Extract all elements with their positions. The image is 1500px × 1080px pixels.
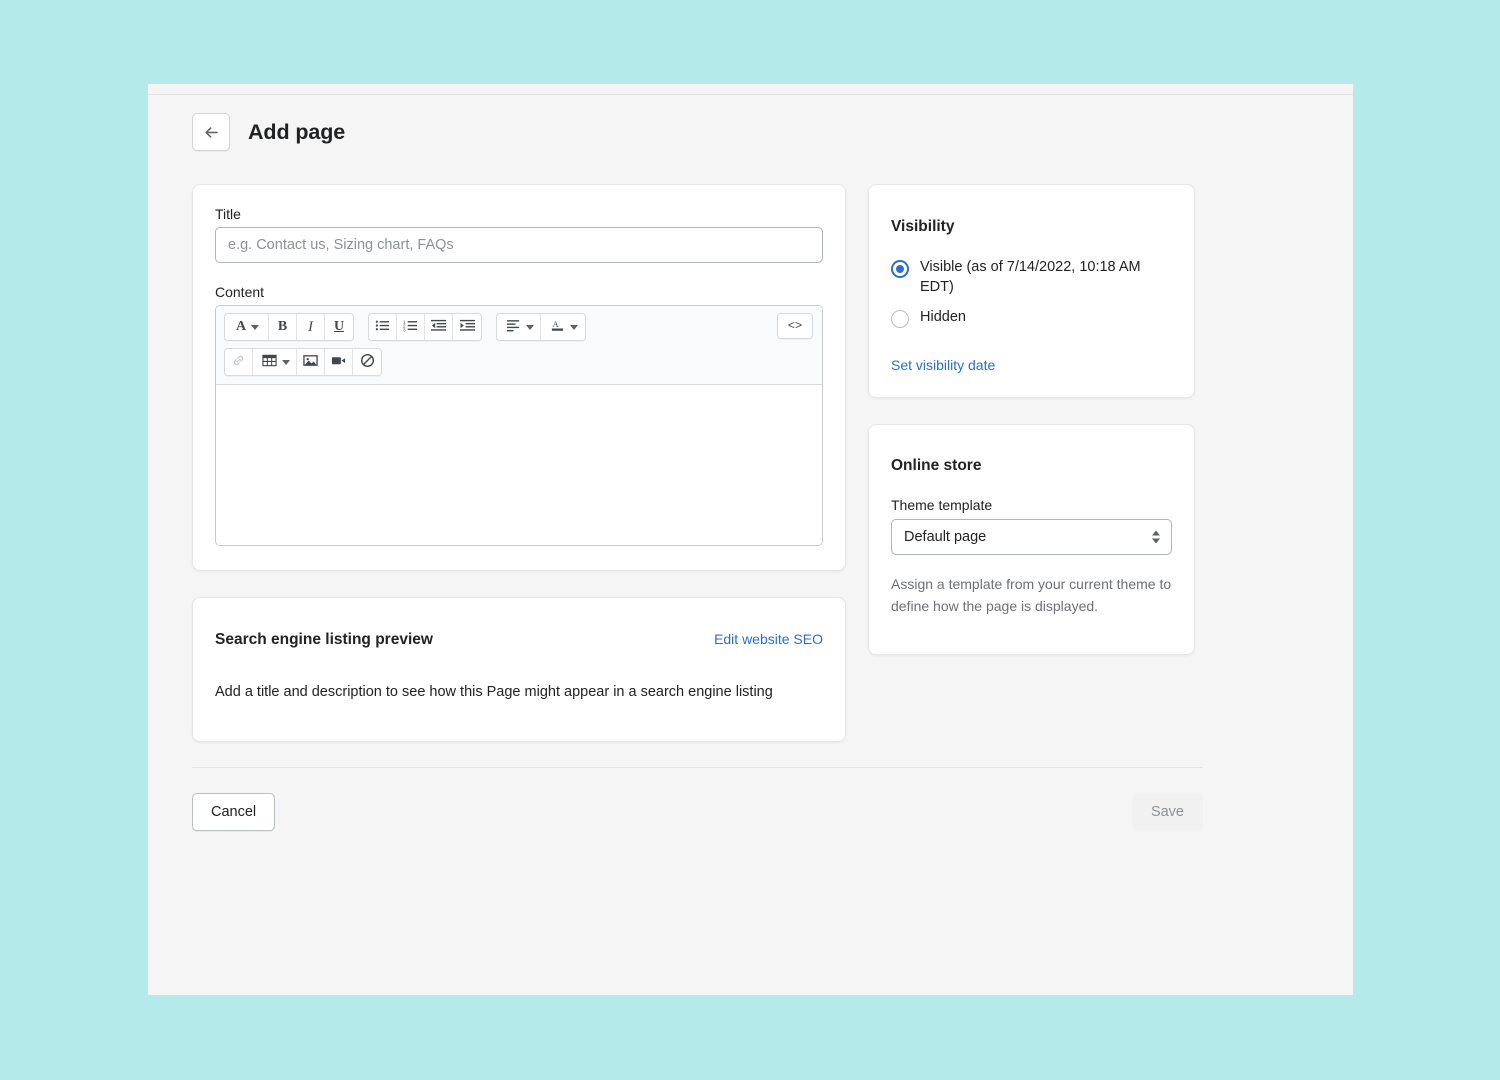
- align-button[interactable]: [497, 314, 541, 340]
- visibility-option-hidden-label: Hidden: [920, 308, 966, 325]
- image-icon: [303, 353, 318, 371]
- editor-toolbar-row-2: [224, 348, 814, 376]
- video-icon: [331, 353, 346, 371]
- theme-template-select[interactable]: Default page: [891, 519, 1172, 556]
- chevron-down-icon: [251, 324, 260, 330]
- radio-visible[interactable]: [891, 259, 909, 278]
- align-left-icon: [506, 318, 521, 336]
- indent-icon: [459, 318, 475, 336]
- seo-card-title: Search engine listing preview: [215, 630, 433, 648]
- insert-video-button[interactable]: [325, 349, 353, 375]
- text-color-icon: A: [550, 318, 565, 336]
- edit-website-seo-link[interactable]: Edit website SEO: [714, 631, 823, 647]
- app-window: Add page Title Content: [148, 84, 1353, 995]
- back-button[interactable]: [192, 113, 230, 151]
- visibility-option-hidden[interactable]: Hidden: [891, 308, 1172, 328]
- font-letter-icon: A: [235, 319, 247, 334]
- visibility-option-visible[interactable]: Visible (as of 7/14/2022, 10:18 AM EDT): [891, 258, 1172, 298]
- editor-toolbar: A B I U 1 2 3 A <>: [216, 306, 822, 385]
- italic-button[interactable]: I: [297, 314, 325, 340]
- align-color-group: A: [496, 313, 586, 341]
- text-style-group: A B I U: [224, 313, 354, 341]
- insert-group: [224, 348, 382, 376]
- clear-formatting-icon: [360, 353, 375, 371]
- content-field-label: Content: [215, 284, 265, 300]
- online-store-card-title: Online store: [891, 457, 982, 475]
- seo-card-header: Search engine listing preview Edit websi…: [215, 618, 823, 662]
- content-editable-area[interactable]: [216, 385, 822, 545]
- theme-template-selected-value: Default page: [904, 529, 987, 546]
- select-chevrons-icon: [1152, 530, 1160, 544]
- outdent-button[interactable]: [425, 314, 453, 340]
- online-store-card: Online store Theme template Default page…: [868, 423, 1195, 655]
- text-color-button[interactable]: A: [541, 314, 585, 340]
- bulleted-list-button[interactable]: [369, 314, 397, 340]
- table-icon: [261, 353, 277, 371]
- page-title: Add page: [248, 119, 346, 144]
- visibility-card-title: Visibility: [891, 217, 955, 235]
- link-icon: [231, 353, 246, 371]
- underline-button[interactable]: U: [325, 314, 353, 340]
- chevron-down-icon: [570, 324, 578, 330]
- arrow-left-icon: [203, 124, 220, 141]
- content-editor: A B I U 1 2 3 A <>: [215, 305, 823, 546]
- chevron-down-icon: [281, 359, 290, 365]
- outdent-icon: [431, 318, 446, 336]
- save-button[interactable]: Save: [1131, 792, 1203, 831]
- svg-text:A: A: [552, 319, 559, 329]
- page-container: Add page Title Content: [192, 111, 1250, 831]
- bulleted-list-icon: [375, 318, 390, 336]
- page-details-card: Title Content A: [192, 184, 846, 571]
- insert-link-button[interactable]: [225, 349, 253, 375]
- cancel-button[interactable]: Cancel: [192, 792, 276, 831]
- insert-image-button[interactable]: [297, 349, 325, 375]
- theme-template-label: Theme template: [891, 497, 993, 514]
- chevron-down-icon: [525, 324, 534, 330]
- page-actions-footer: Cancel Save: [192, 766, 1203, 831]
- set-visibility-date-link[interactable]: Set visibility date: [891, 357, 995, 373]
- visibility-option-visible-label: Visible (as of 7/14/2022, 10:18 AM EDT): [920, 258, 1141, 295]
- numbered-list-button[interactable]: 1 2 3: [397, 314, 425, 340]
- page-columns: Title Content A: [192, 184, 1250, 742]
- main-column: Title Content A: [192, 184, 846, 742]
- svg-text:3: 3: [403, 327, 406, 332]
- indent-button[interactable]: [453, 314, 481, 340]
- seo-preview-card: Search engine listing preview Edit websi…: [192, 597, 846, 742]
- page-header: Add page: [192, 111, 1250, 153]
- editor-toolbar-row-1: A B I U 1 2 3 A: [224, 313, 814, 341]
- show-html-button[interactable]: <>: [777, 313, 813, 339]
- seo-empty-message: Add a title and description to see how t…: [215, 683, 773, 700]
- numbered-list-icon: 1 2 3: [403, 318, 418, 336]
- radio-hidden[interactable]: [891, 309, 909, 328]
- font-format-button[interactable]: A: [225, 314, 269, 340]
- window-top-bar: [148, 84, 1353, 95]
- title-field-label: Title: [215, 206, 241, 222]
- theme-template-help-text: Assign a template from your current them…: [891, 576, 1172, 615]
- clear-formatting-button[interactable]: [353, 349, 381, 375]
- bold-button[interactable]: B: [269, 314, 297, 340]
- title-input[interactable]: [215, 227, 823, 263]
- side-column: Visibility Visible (as of 7/14/2022, 10:…: [868, 184, 1195, 655]
- insert-table-button[interactable]: [253, 349, 297, 375]
- bold-icon: B: [277, 319, 288, 334]
- list-indent-group: 1 2 3: [368, 313, 482, 341]
- italic-icon: I: [308, 318, 313, 335]
- underline-icon: U: [333, 319, 345, 334]
- visibility-card: Visibility Visible (as of 7/14/2022, 10:…: [868, 184, 1195, 398]
